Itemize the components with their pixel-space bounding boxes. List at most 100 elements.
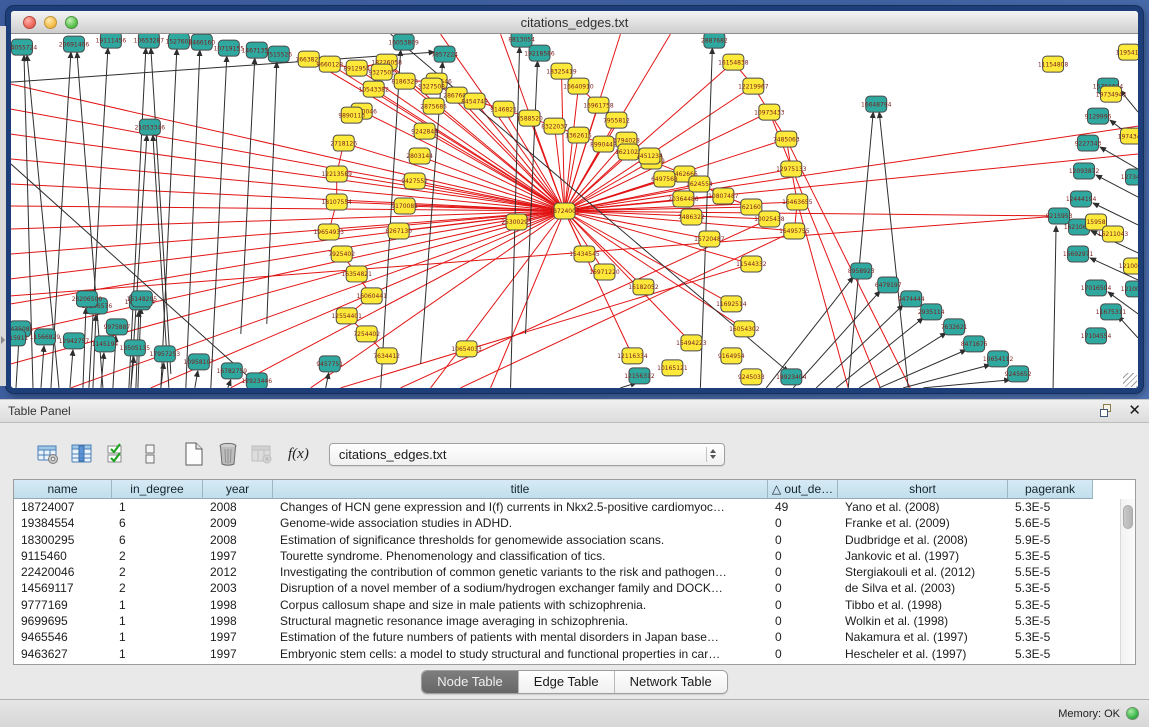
network-node[interactable]: 7955812 [603,112,630,128]
network-node[interactable]: 7486322 [678,209,705,225]
network-node[interactable]: 2935114 [918,304,945,320]
network-node[interactable]: 8958923 [848,263,875,279]
network-edge[interactable] [836,318,923,388]
network-node[interactable]: 17104554 [1081,328,1112,344]
zoom-window-icon[interactable] [65,16,78,29]
network-edge[interactable] [11,134,565,211]
network-node[interactable]: 19654933 [313,224,344,240]
network-node[interactable]: 10973433 [754,104,785,120]
tab-node-table[interactable]: Node Table [422,671,518,693]
network-node[interactable]: 11566829 [30,329,61,345]
table-selector-dropdown[interactable]: citations_edges.txt [329,443,725,466]
column-header-in_degree[interactable]: in_degree [112,480,203,499]
minimize-window-icon[interactable] [44,16,57,29]
network-edge[interactable] [41,346,44,388]
network-node[interactable]: 7515526 [265,46,292,62]
network-node[interactable]: 9245652 [1005,366,1032,382]
network-node[interactable]: 9146821 [490,101,517,117]
network-node[interactable]: 12100454 [1119,258,1138,274]
tab-network-table[interactable]: Network Table [614,671,727,693]
network-edge[interactable] [425,131,565,211]
network-node[interactable]: 16054302 [729,321,760,337]
network-edge[interactable] [381,50,401,388]
network-node[interactable]: 15692971 [1063,246,1094,262]
expand-panel-icon[interactable] [1,336,5,344]
network-node[interactable]: 16640910 [563,78,594,94]
network-node[interactable]: 1145194 [92,336,119,352]
network-node[interactable]: 10958107 [184,354,215,370]
network-node[interactable]: 7485063 [773,131,800,147]
network-node[interactable]: 7857224 [431,46,458,62]
column-visibility-icon[interactable] [68,441,95,468]
network-node[interactable]: 20691406 [59,36,90,52]
network-node[interactable]: 2803144 [406,148,433,164]
network-node[interactable]: 9245033 [738,369,765,385]
network-node[interactable]: 10654112 [983,351,1014,367]
network-node[interactable]: 9474444 [898,291,925,307]
network-edge[interactable] [341,264,752,388]
network-node[interactable]: 7451234 [636,148,663,164]
network-node[interactable]: 16182052 [628,279,659,295]
network-window[interactable]: citations_edges.txt 24055724206914061911… [6,6,1143,393]
network-edge[interactable] [326,373,329,388]
create-column-icon[interactable] [180,441,207,468]
network-node[interactable]: 62160 [741,199,762,215]
clear-selection-icon[interactable] [136,441,163,468]
network-edge[interactable] [11,211,565,254]
network-node[interactable]: 9227343 [1075,135,1102,151]
network-edge[interactable] [1053,226,1056,388]
network-edge[interactable] [848,112,873,388]
network-node[interactable]: 17957253 [150,346,181,362]
network-node[interactable]: 13505135 [120,340,151,356]
network-node[interactable]: 12734410 [1121,169,1138,185]
network-edge[interactable] [186,50,200,388]
network-node[interactable]: 6479197 [875,277,902,293]
network-node[interactable]: 12100441 [1121,281,1138,297]
network-node[interactable]: 10543382 [358,81,389,97]
network-node[interactable]: 1362615 [565,127,592,143]
network-node[interactable]: 12219967 [738,78,769,94]
network-node[interactable]: 12444194 [1066,191,1097,207]
collapsed-panel-gutter[interactable] [0,26,6,386]
network-node[interactable]: 16211043 [1098,226,1129,242]
column-header-pagerank[interactable]: pagerank [1008,480,1093,499]
select-all-icon[interactable] [102,441,129,468]
network-node[interactable]: 12554401 [331,308,362,324]
network-edge[interactable] [93,315,96,388]
network-node[interactable]: 9327508 [418,78,445,94]
network-node[interactable]: 19218586 [524,45,555,61]
network-node[interactable]: 16961758 [583,97,614,113]
network-node[interactable]: 2718126 [330,135,357,151]
network-node[interactable]: 25300293 [501,214,532,230]
network-edge[interactable] [565,211,692,343]
table-row[interactable]: 977716911998Corpus callosum shape and si… [14,597,1135,613]
scrollbar-thumb[interactable] [1123,505,1133,529]
table-row[interactable]: 1872400712008Changes of HCN gene express… [14,499,1135,515]
column-header-year[interactable]: year [203,480,273,499]
network-node[interactable]: 2875685 [420,98,447,114]
table-row[interactable]: 946362711997Embryonic stem cells: a mode… [14,646,1135,662]
table-row[interactable]: 2242004622012Investigating the contribut… [14,564,1135,580]
network-node[interactable]: 12116334 [617,348,648,364]
network-node[interactable]: 6497568 [651,171,678,187]
memory-status-icon[interactable] [1126,707,1139,720]
network-node[interactable]: 20364486 [668,191,699,207]
network-node[interactable]: 9427552 [401,173,428,189]
network-edge[interactable] [267,62,277,324]
network-node[interactable]: 8471676 [961,336,988,352]
network-node[interactable]: 16971220 [589,264,620,280]
network-node[interactable]: 10165121 [657,360,688,376]
network-node[interactable]: 1588520 [516,110,543,126]
network-node[interactable]: 9242844 [411,123,438,139]
network-node[interactable]: 2887682 [701,34,728,48]
network-node[interactable]: 19111456 [96,34,127,48]
network-node[interactable]: 16648794 [861,96,892,112]
network-node[interactable]: 8466160 [189,34,216,50]
network-edge[interactable] [11,109,565,211]
network-edge[interactable] [923,380,1010,388]
network-node[interactable]: 11544332 [736,256,767,272]
network-edge[interactable] [1118,316,1138,338]
network-node[interactable]: 18325419 [546,63,577,79]
delete-column-icon[interactable] [214,441,241,468]
network-node[interactable]: 16154838 [718,54,749,70]
